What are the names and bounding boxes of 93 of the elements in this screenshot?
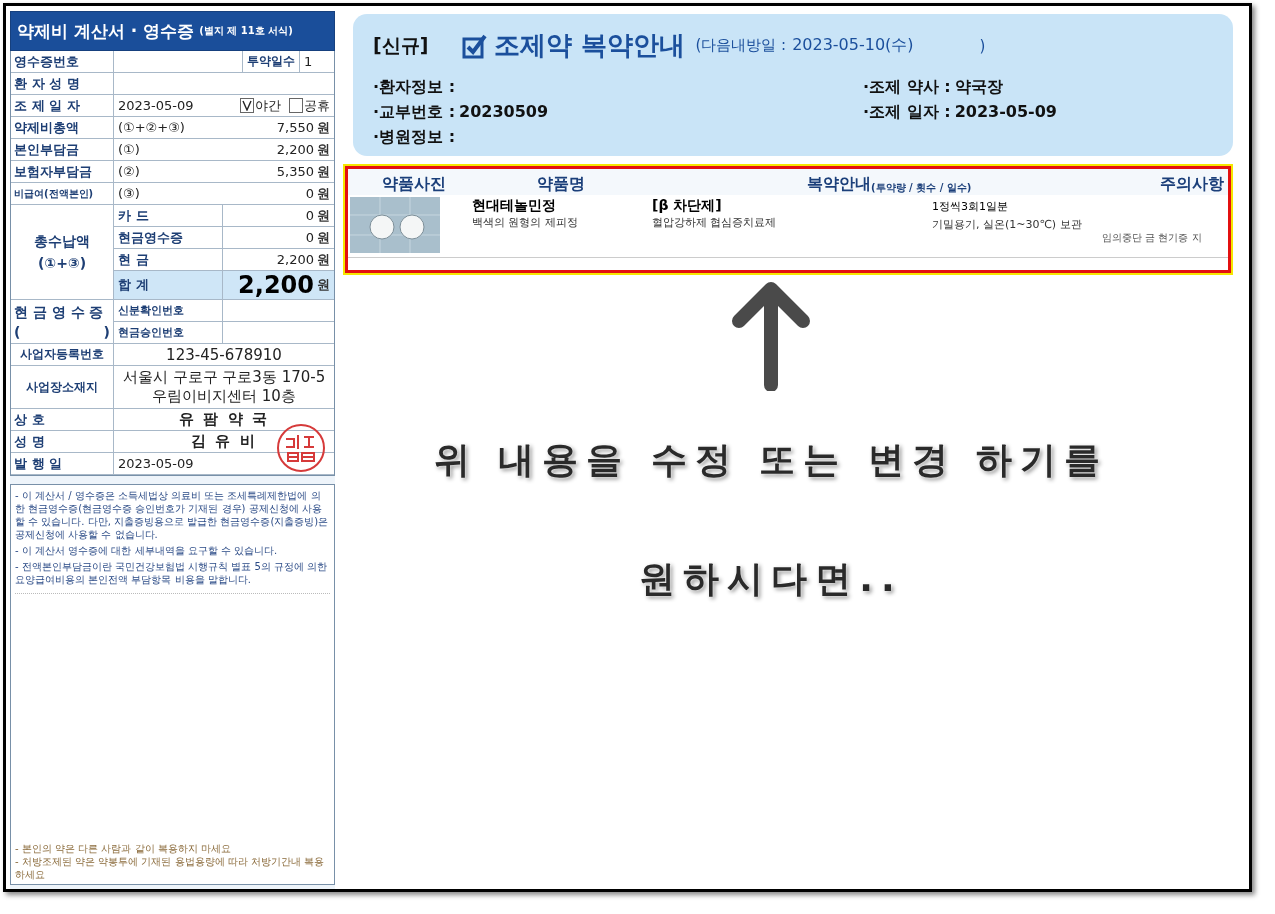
paren: )	[103, 324, 110, 340]
receipt-title: 약제비 계산서 · 영수증	[17, 19, 195, 43]
storage-text: 기밀용기, 실온(1~30℃) 보관	[932, 217, 1083, 232]
amount-value: 0	[305, 208, 314, 223]
info-label: ·환자정보 :	[373, 77, 456, 98]
checkbox-label: 야간	[255, 96, 281, 115]
note-text: - 이 계산서 / 영수증은 소득세법상 의료비 또는 조세특례제한법에 의한 현금영수증(현금영수증 승인번호가 기재된 경우) 공제신청에 사용할 수 있습니다. 다만, 지출증빙용으로 발급한 현금영수증(지출증빙)은 공제신청에 사용할 수 없습니다.	[15, 489, 330, 541]
formula: (②)	[117, 163, 141, 181]
formula: (①)	[117, 141, 141, 159]
days-value: 1	[303, 53, 314, 71]
business-number: 123-45-678910	[165, 344, 283, 365]
column-header: 약품명	[537, 174, 585, 195]
caution-text: 임의중단 금 현기증 지	[1102, 231, 1203, 245]
sub-label: 현 금	[114, 249, 223, 270]
info-value: 유 팜 약 국	[178, 409, 270, 430]
drug-effect: 혈압강하제 협심증치료제	[652, 215, 778, 230]
unit: 원	[317, 250, 330, 269]
dosage-text: 1정씩3회1일분	[932, 199, 1009, 214]
column-header: 복약안내	[807, 174, 871, 195]
amount-value: 2,200	[276, 142, 314, 157]
unit: 원	[317, 162, 330, 181]
checkbox[interactable]	[289, 98, 303, 113]
paren: )	[979, 36, 986, 55]
row-label: 보험자부담금	[11, 161, 114, 182]
info-value: 김 유 비	[190, 431, 258, 452]
sub-label: 현금승인번호	[114, 322, 223, 343]
sub-label: 합 계	[114, 271, 223, 299]
info-label: ·교부번호 :	[373, 102, 456, 123]
unit: 원	[317, 206, 330, 225]
checkbox-icon	[462, 32, 489, 59]
unit: 원	[317, 118, 330, 137]
row-label: 약제비총액	[11, 117, 114, 138]
info-label: ·조제 일자 :	[863, 102, 951, 123]
footer-note: - 본인의 약은 다른 사람과 같이 복용하지 마세요	[15, 842, 232, 855]
column-header: 주의사항	[1160, 174, 1224, 195]
formula: (①+③)	[37, 255, 87, 271]
group-label: 현 금 영 수 증	[14, 304, 105, 322]
amount-value: 2,200	[276, 252, 314, 267]
checkbox-label: 공휴	[304, 96, 330, 115]
row-label: 본인부담금	[11, 139, 114, 160]
unit: 원	[317, 184, 330, 203]
annotation-text: 위 내용을 수정 또는 변경 하기를	[433, 438, 1109, 482]
sub-label: 신분확인번호	[114, 300, 223, 321]
note-text: - 이 계산서 영수증에 대한 세부내역을 요구할 수 있습니다.	[15, 544, 279, 557]
row-label: 환 자 성 명	[11, 73, 114, 94]
group-label: 총수납액	[34, 233, 90, 251]
info-label: ·조제 약사 :	[863, 77, 951, 98]
seal-stamp-drawing	[276, 423, 326, 473]
info-value: 2023-05-09	[117, 455, 195, 473]
info-value: 약국장	[954, 77, 1003, 98]
formula: (③)	[117, 185, 141, 203]
date-value: 2023-05-09	[117, 97, 195, 115]
paren: (	[14, 324, 21, 340]
unit: 원	[317, 228, 330, 247]
next-visit-date: 2023-05-10(수)	[792, 35, 914, 56]
sub-label: 현금영수증	[114, 227, 223, 248]
row-label: 조 제 일 자	[11, 95, 114, 116]
form-note: (별지 제 11호 서식)	[199, 24, 293, 38]
drug-description: 백색의 원형의 제피정	[472, 215, 579, 230]
row-label: 사업자등록번호	[11, 344, 114, 365]
drug-name: 현대테놀민정	[472, 197, 557, 215]
info-value: 2023-05-09	[954, 102, 1057, 123]
address-line: 서울시 구로구 구로3동 170-5	[122, 368, 326, 387]
amount-value: 0	[305, 186, 314, 201]
unit: 원	[317, 276, 330, 294]
footer-note: - 처방조제된 약은 약봉투에 기재된 용법용량에 따라 처방기간내 복용하세요	[15, 855, 326, 881]
row-label: 사업장소재지	[11, 366, 114, 408]
next-visit-label: (다음내방일 :	[695, 36, 787, 55]
drug-class: [β 차단제]	[652, 197, 723, 215]
info-value: 20230509	[459, 102, 549, 123]
info-label: ·병원정보 :	[373, 127, 456, 148]
checkbox[interactable]	[240, 98, 254, 113]
row-label: 발 행 일	[11, 453, 114, 474]
address-line: 우림이비지센터 10층	[152, 387, 296, 406]
row-label: 영수증번호	[11, 51, 114, 72]
amount-value: 7,550	[276, 120, 314, 135]
row-label: 성 명	[11, 431, 114, 452]
amount-value: 0	[305, 230, 314, 245]
guide-title: 조제약 복약안내	[494, 29, 686, 62]
formula: (①+②+③)	[117, 119, 186, 137]
row-label: 상 호	[11, 409, 114, 430]
note-text: - 전액본인부담금이란 국민건강보험법 시행규칙 별표 5의 규정에 의한 요양급여비용의 본인전액 부담항목 비용을 말합니다.	[15, 560, 329, 586]
sub-label: 카 드	[114, 205, 223, 226]
amount-value: 5,350	[276, 164, 314, 179]
annotation-text: 원하시다면..	[639, 557, 903, 601]
column-header: 약품사진	[382, 174, 446, 195]
column-note: (투약량 / 횟수 / 일수)	[871, 181, 972, 195]
up-arrow-icon	[731, 281, 811, 391]
row-label: 투약일수	[242, 51, 300, 72]
amount-value: 2,200	[238, 271, 314, 299]
unit: 원	[317, 140, 330, 159]
new-tag: [신규]	[373, 32, 429, 59]
row-label: 비급여(전액본인)	[11, 183, 114, 204]
